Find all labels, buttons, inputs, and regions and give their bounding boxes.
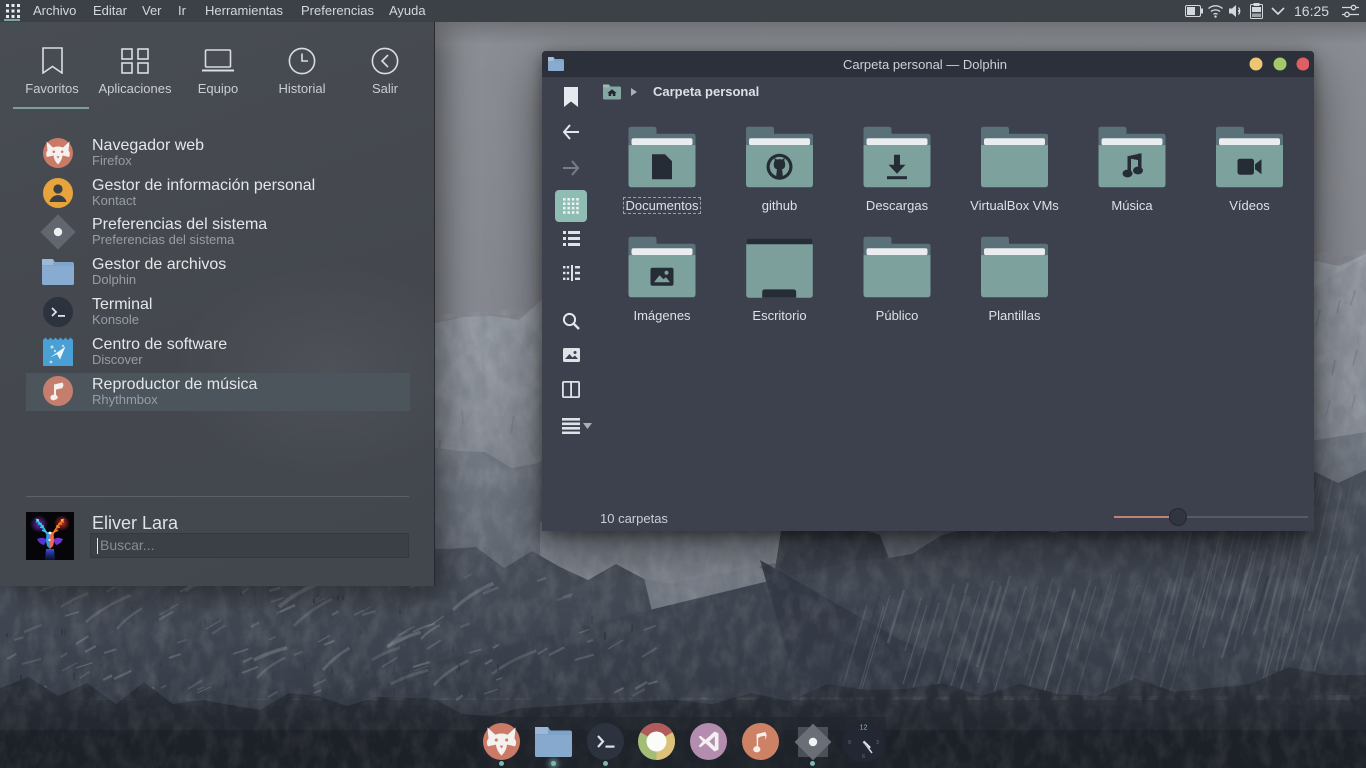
svg-text:9: 9 [848,740,851,746]
svg-text:6: 6 [862,754,865,760]
svg-text:12: 12 [859,725,867,732]
svg-text:3: 3 [876,740,879,746]
